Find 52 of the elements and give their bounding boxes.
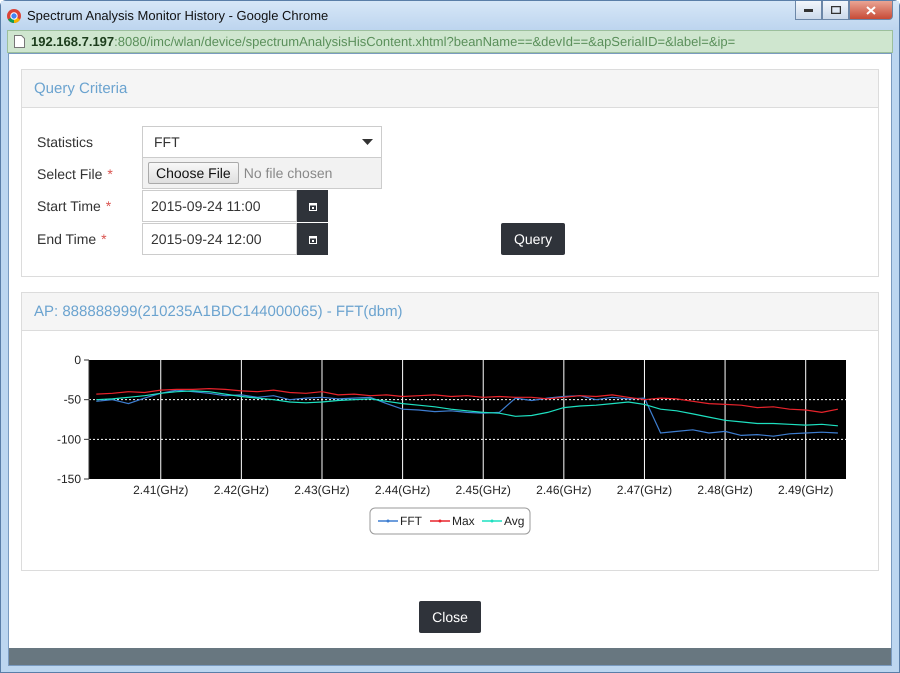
y-tick-label: -50 (64, 392, 81, 407)
calendar-icon (308, 234, 316, 244)
field-label: Start Time (37, 198, 101, 214)
close-window-button[interactable] (849, 1, 893, 20)
address-bar[interactable]: 192.168.7.197:8080/imc/wlan/device/spectrumAnalysisHisContent.xhtml?beanName==&devId==&apSerialID=&label=&ip= (7, 30, 893, 53)
legend-label: FFT (400, 514, 422, 528)
file-status: No file chosen (244, 165, 332, 181)
date-field[interactable]: 2015-09-24 12:00 (142, 223, 297, 255)
panel-title: Query Criteria (34, 80, 128, 97)
maximize-icon (830, 6, 840, 14)
required-marker: * (107, 166, 113, 182)
window-title: Spectrum Analysis Monitor History - Google Chrome (27, 8, 330, 23)
x-tick-label: 2.42(GHz) (214, 483, 270, 497)
url-path: :8080/imc/wlan/device/spectrumAnalysisHisContent.xhtml?beanName==&devId==&apSerialID=&label=&ip= (114, 34, 736, 49)
required-marker: * (106, 198, 112, 214)
minimize-icon (804, 8, 813, 12)
y-tick-label: 0 (74, 353, 81, 367)
caret-icon (362, 139, 373, 145)
close-icon (866, 6, 876, 14)
close-button[interactable]: Close (419, 601, 481, 633)
x-tick-label: 2.41(GHz) (133, 483, 188, 497)
legend-swatch-icon (482, 520, 502, 522)
calendar-icon (308, 202, 316, 210)
required-marker: * (101, 230, 107, 246)
field-label: Select File (37, 166, 102, 182)
legend-label: Avg (504, 514, 524, 528)
x-tick-label: 2.43(GHz) (294, 483, 350, 497)
legend-swatch-icon (378, 520, 398, 522)
legend-label: Max (452, 514, 475, 528)
x-tick-label: 2.49(GHz) (778, 483, 834, 497)
choose-file-button[interactable]: Choose File (148, 162, 239, 184)
panel-title: AP: 888888999(210235A1BDC144000065) - FFT(dbm) (34, 303, 403, 320)
x-tick-label: 2.48(GHz) (697, 483, 753, 497)
maximize-button[interactable] (822, 1, 849, 20)
x-tick-label: 2.45(GHz) (456, 483, 511, 497)
field-label: Statistics (37, 134, 94, 150)
minimize-button[interactable] (795, 1, 822, 20)
x-tick-label: 2.47(GHz) (616, 483, 672, 497)
calendar-button[interactable] (297, 190, 328, 222)
x-tick-label: 2.44(GHz) (374, 483, 430, 497)
url-host: 192.168.7.197 (31, 34, 114, 49)
statistics-select[interactable]: FFT (142, 126, 382, 158)
x-tick-label: 2.46(GHz) (536, 483, 592, 497)
legend-swatch-icon (430, 520, 450, 522)
y-tick-label: -100 (56, 432, 81, 446)
calendar-button[interactable] (297, 223, 328, 255)
field-label: End Time (37, 230, 96, 246)
browser-logo-icon (7, 8, 21, 22)
y-tick-label: -150 (56, 472, 81, 486)
query-button[interactable]: Query (501, 222, 565, 254)
date-field[interactable]: 2015-09-24 11:00 (142, 190, 297, 222)
page-icon (14, 35, 25, 48)
